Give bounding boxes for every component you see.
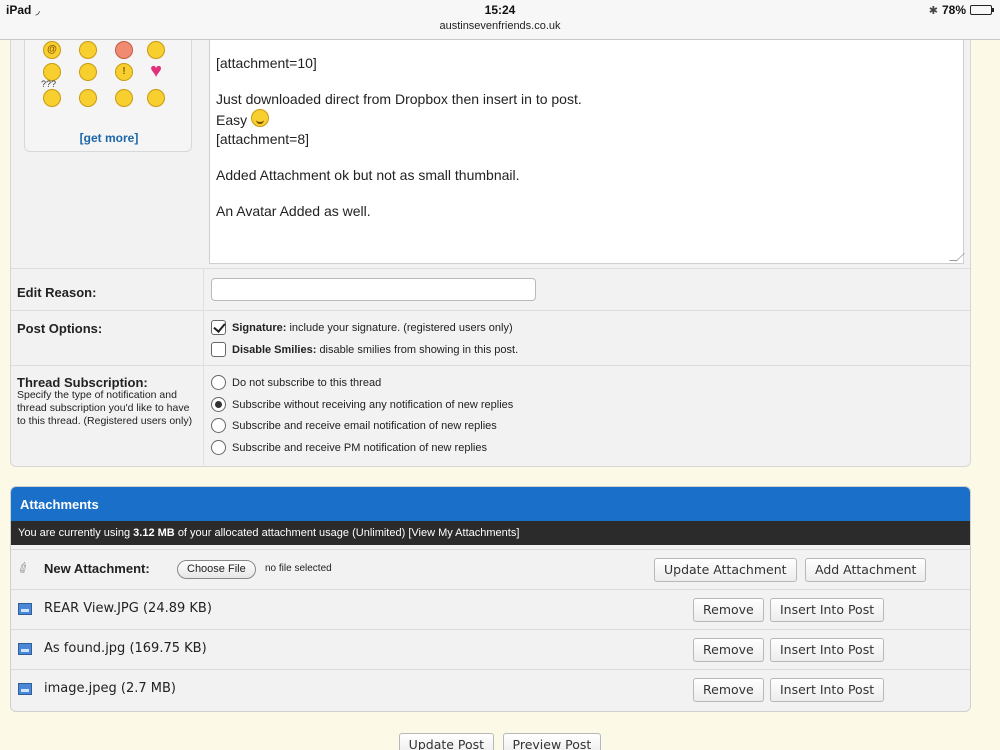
heart-icon[interactable]: ♥ (147, 61, 165, 81)
update-post-button[interactable]: Update Post (398, 733, 495, 750)
editor-line: [attachment=8] (216, 131, 310, 147)
paperclip-icon: ✐ (14, 558, 33, 578)
post-edit-panel: @ ! ♥ ??? [get more] [attachment=10] Jus… (10, 40, 971, 467)
disable-smilies-title: Disable Smilies: (232, 343, 317, 356)
smilie-icon-wink[interactable] (147, 89, 165, 107)
attachment-row: As found.jpg (169.75 KB) Remove Insert I… (11, 629, 970, 669)
signature-checkbox[interactable] (211, 320, 226, 335)
smilie-box: @ ! ♥ ??? [get more] (24, 40, 192, 152)
bluetooth-icon: ✱ (928, 4, 938, 17)
attachment-filename[interactable]: As found.jpg (169.75 KB) (44, 641, 207, 656)
smilie-icon-exclamation[interactable]: ! (115, 63, 133, 81)
usage-prefix: You are currently using (18, 527, 131, 539)
smilie-icon-question[interactable] (43, 89, 61, 107)
choose-file-button[interactable]: Choose File (177, 560, 256, 579)
address-bar-url[interactable]: austinsevenfriends.co.uk (0, 20, 1000, 32)
editor-line: An Avatar Added as well. (216, 203, 371, 219)
status-bar: iPad ◞ 15:24 austinsevenfriends.co.uk ✱ 7… (0, 0, 1000, 40)
subscription-option[interactable]: Subscribe and receive PM notification of… (211, 440, 487, 455)
edit-reason-label: Edit Reason: (17, 285, 97, 300)
subscription-option-label: Subscribe without receiving any notifica… (232, 398, 514, 411)
attachment-row: REAR View.JPG (24.89 KB) Remove Insert I… (11, 589, 970, 629)
smilie-icon-cool[interactable] (79, 63, 97, 81)
battery-percent: 78% (941, 3, 966, 17)
resize-handle[interactable] (949, 253, 965, 261)
image-file-icon (18, 643, 32, 655)
smile-icon (251, 109, 270, 127)
signature-desc: include your signature. (registered user… (289, 321, 513, 334)
signature-title: Signature: (232, 321, 287, 334)
new-attachment-row: ✐ New Attachment: Choose File no file se… (11, 549, 970, 589)
editor-line: Just downloaded direct from Dropbox then… (216, 91, 582, 107)
editor-line-easy: Easy (216, 109, 957, 130)
usage-amount: 3.12 MB (133, 527, 175, 539)
insert-into-post-button[interactable]: Insert Into Post (770, 678, 885, 702)
form-actions: Update Post Preview Post (0, 733, 1000, 750)
attachments-title: Attachments (11, 487, 970, 521)
update-attachment-button[interactable]: Update Attachment (654, 558, 797, 582)
battery-icon (970, 5, 994, 15)
subscription-option-label: Subscribe and receive PM notification of… (232, 441, 487, 454)
new-attachment-label: New Attachment: (44, 561, 150, 576)
disable-smilies-checkbox[interactable] (211, 342, 226, 357)
subscription-option[interactable]: Subscribe and receive email notification… (211, 418, 497, 433)
disable-smilies-text: Disable Smilies: disable smilies from sh… (232, 344, 518, 356)
editor-line: [attachment=10] (216, 55, 317, 71)
edit-reason-row: Edit Reason: (11, 268, 970, 310)
subscription-radio[interactable] (211, 440, 226, 455)
subscription-option-label: Subscribe and receive email notification… (232, 419, 497, 432)
post-options-label: Post Options: (17, 321, 103, 336)
lightbulb-icon[interactable] (79, 89, 97, 107)
remove-button[interactable]: Remove (693, 598, 764, 622)
no-file-text: no file selected (265, 563, 332, 574)
clock: 15:24 (484, 3, 516, 17)
status-right: ✱ 78% (928, 3, 994, 17)
get-more-link[interactable]: [get more] (25, 131, 193, 145)
insert-into-post-button[interactable]: Insert Into Post (770, 638, 885, 662)
preview-post-button[interactable]: Preview Post (502, 733, 602, 750)
subscription-option-label: Do not subscribe to this thread (232, 376, 382, 389)
subscription-radio[interactable] (211, 418, 226, 433)
attachment-usage: You are currently using 3.12 MB of your … (11, 521, 970, 545)
image-file-icon (18, 683, 32, 695)
thread-subscription-label: Thread Subscription: (17, 375, 148, 390)
insert-into-post-button[interactable]: Insert Into Post (770, 598, 885, 622)
editor-line: Easy (216, 112, 248, 128)
remove-button[interactable]: Remove (693, 678, 764, 702)
attachment-filename[interactable]: image.jpeg (2.7 MB) (44, 681, 176, 696)
subscription-radio[interactable] (211, 375, 226, 390)
attachment-row: image.jpeg (2.7 MB) Remove Insert Into P… (11, 669, 970, 709)
smilie-icon-mad[interactable] (115, 41, 133, 59)
smilie-icon-tongue[interactable] (147, 41, 165, 59)
row-divider (203, 269, 204, 310)
message-textarea[interactable]: [attachment=10] Just downloaded direct f… (209, 40, 965, 264)
disable-smilies-desc: disable smilies from showing in this pos… (319, 343, 519, 356)
attachment-filename[interactable]: REAR View.JPG (24.89 KB) (44, 601, 212, 616)
signature-option[interactable]: Signature: include your signature. (regi… (211, 320, 513, 335)
smilie-icon-at[interactable]: @ (43, 41, 61, 59)
attachments-panel: Attachments You are currently using 3.12… (10, 486, 971, 712)
usage-suffix[interactable]: of your allocated attachment usage (Unli… (178, 527, 520, 539)
thread-subscription-desc: Specify the type of notification and thr… (17, 389, 193, 427)
editor-line: Added Attachment ok but not as small thu… (216, 167, 520, 183)
add-attachment-button[interactable]: Add Attachment (805, 558, 927, 582)
row-divider (203, 311, 204, 365)
smilie-icon-smile[interactable] (115, 89, 133, 107)
subscription-radio[interactable] (211, 397, 226, 412)
remove-button[interactable]: Remove (693, 638, 764, 662)
edit-reason-input[interactable] (211, 278, 536, 301)
signature-text: Signature: include your signature. (regi… (232, 322, 513, 334)
subscription-option[interactable]: Subscribe without receiving any notifica… (211, 397, 513, 412)
smilie-icon-angel[interactable] (79, 41, 97, 59)
disable-smilies-option[interactable]: Disable Smilies: disable smilies from sh… (211, 342, 518, 357)
question-label: ??? (41, 79, 57, 89)
post-options-row: Post Options: Signature: include your si… (11, 310, 970, 365)
image-file-icon (18, 603, 32, 615)
row-divider (203, 366, 204, 465)
thread-subscription-row: Thread Subscription: Specify the type of… (11, 365, 970, 465)
subscription-option[interactable]: Do not subscribe to this thread (211, 375, 381, 390)
